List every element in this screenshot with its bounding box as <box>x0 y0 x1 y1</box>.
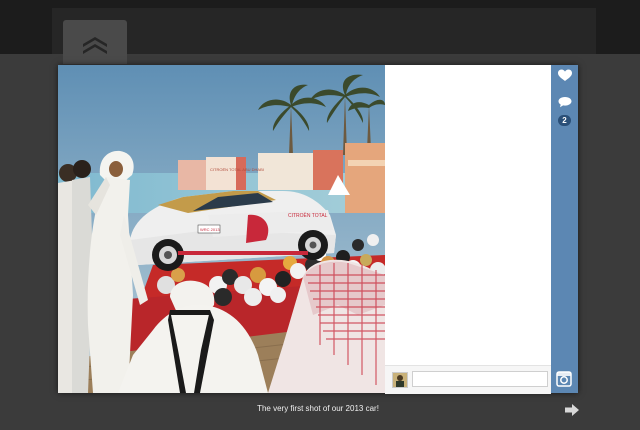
avatar <box>392 372 408 388</box>
top-bar-panel <box>52 8 596 54</box>
instagram-button[interactable] <box>556 371 572 392</box>
comment-input[interactable] <box>412 371 548 387</box>
arrow-right-icon <box>565 404 579 416</box>
citroen-chevron-icon <box>83 37 107 54</box>
action-rail: 2 <box>551 65 578 393</box>
banner-text: CITROËN TOTAL ABU DHABI <box>210 167 264 172</box>
car-number: WRC 2013 <box>200 227 220 232</box>
comment-count-badge: 2 <box>558 115 571 126</box>
speech-bubble-icon <box>558 97 571 108</box>
brand-tab[interactable] <box>63 20 127 64</box>
like-button[interactable] <box>551 69 578 87</box>
heart-icon <box>557 69 572 81</box>
photo-caption: The very first shot of our 2013 car! <box>257 404 379 413</box>
next-button[interactable] <box>564 403 580 422</box>
instagram-icon <box>556 371 572 387</box>
post-photo[interactable]: CITROËN TOTAL ABU DHABI WRC 2013 CITROËN… <box>58 65 385 393</box>
car-livery-text: CITROËN TOTAL <box>288 212 328 219</box>
comment-button[interactable] <box>551 95 578 113</box>
